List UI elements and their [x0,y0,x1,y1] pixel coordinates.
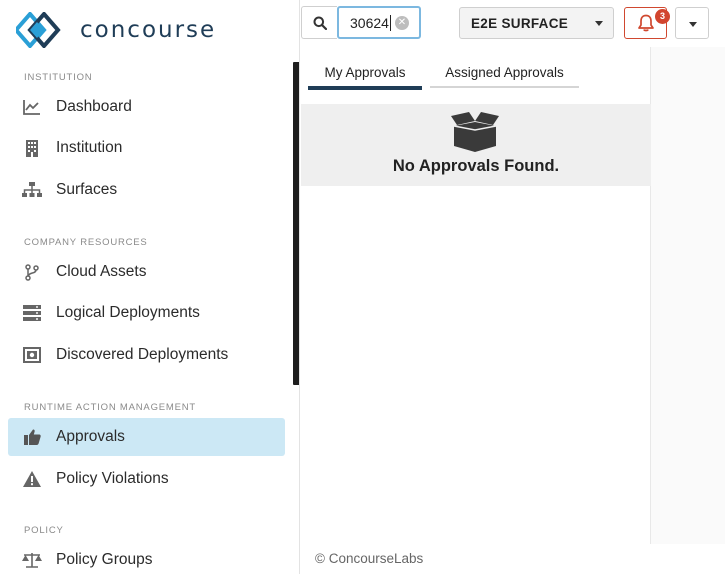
surface-dropdown-value: E2E SURFACE [471,15,569,31]
sidebar-item-label: Policy Groups [56,551,153,568]
sidebar-item-label: Cloud Assets [56,263,147,280]
search-icon [313,16,327,30]
building-icon [22,138,42,158]
sidebar-item-logical-deployments[interactable]: Logical Deployments [8,294,285,332]
sidebar-item-policy-groups[interactable]: Policy Groups [8,541,285,574]
thumbs-up-icon [22,427,42,447]
search-bar: 30624 ✕ [301,6,421,39]
section-company-resources: COMPANY RESOURCES [24,237,148,248]
footer-copyright: © ConcourseLabs [315,551,424,566]
server-icon [22,303,42,323]
sidebar-item-label: Dashboard [56,98,132,115]
sidebar-item-surfaces[interactable]: Surfaces [8,171,285,209]
notification-count-badge: 3 [655,9,670,24]
clear-search-icon[interactable]: ✕ [395,16,409,30]
search-input[interactable]: 30624 ✕ [337,6,421,39]
sidebar-item-label: Surfaces [56,181,118,198]
empty-state: No Approvals Found. [301,104,651,186]
open-box-icon [451,112,499,152]
sidebar-scrollbar[interactable] [293,62,299,385]
chart-line-icon [22,97,42,117]
concourse-logo-icon [16,12,61,48]
sidebar-item-label: Institution [56,139,123,156]
search-button[interactable] [301,6,337,39]
sidebar-item-label: Discovered Deployments [56,346,229,363]
balance-scale-icon [22,550,42,570]
text-cursor [389,14,391,31]
sidebar-item-label: Policy Violations [56,470,169,487]
search-input-value: 30624 [350,14,389,31]
sitemap-icon [22,180,42,200]
approvals-panel: My Approvals Assigned Approvals No Appro… [301,47,651,544]
surface-dropdown[interactable]: E2E SURFACE [459,7,614,39]
brand-name: concourse [80,17,217,43]
scan-icon [22,345,42,365]
warning-icon [22,469,42,489]
sidebar-item-cloud-assets[interactable]: Cloud Assets [8,253,285,291]
user-menu-button[interactable] [675,7,709,39]
chevron-down-icon [595,21,603,26]
sidebar-item-policy-violations[interactable]: Policy Violations [8,460,285,498]
right-panel [651,47,725,544]
bell-icon [637,14,654,32]
tab-assigned-approvals[interactable]: Assigned Approvals [430,65,579,88]
section-runtime-action-management: RUNTIME ACTION MANAGEMENT [24,402,197,413]
code-branch-icon [22,262,42,282]
sidebar: concourse INSTITUTION Dashboard Institut… [0,0,300,574]
sidebar-item-institution[interactable]: Institution [8,129,285,167]
section-policy: POLICY [24,525,64,536]
tab-my-approvals[interactable]: My Approvals [308,65,422,90]
sidebar-item-approvals[interactable]: Approvals [8,418,285,456]
section-institution: INSTITUTION [24,72,93,83]
logo[interactable]: concourse [16,12,216,48]
sidebar-item-label: Approvals [56,428,125,445]
sidebar-item-label: Logical Deployments [56,304,200,321]
sidebar-item-discovered-deployments[interactable]: Discovered Deployments [8,336,285,374]
sidebar-item-dashboard[interactable]: Dashboard [8,88,285,126]
chevron-down-icon [689,22,697,27]
empty-state-message: No Approvals Found. [392,157,560,175]
